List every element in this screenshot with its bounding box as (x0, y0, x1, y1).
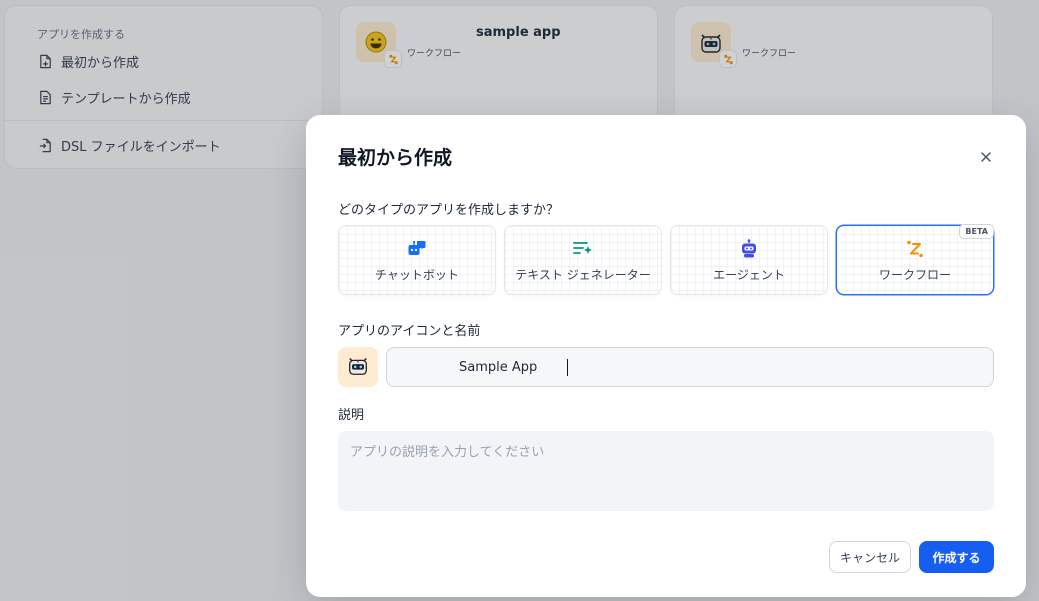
app-type-label: どのタイプのアプリを作成しますか？ (338, 203, 560, 218)
robot-face-icon (346, 353, 370, 381)
text-generator-icon (572, 238, 594, 260)
create-button[interactable]: 作成する (919, 541, 994, 573)
modal-title: 最初から作成 (338, 147, 453, 169)
type-option-agent[interactable]: エージェント (670, 225, 828, 295)
app-name-row (338, 347, 994, 387)
type-label: チャットボット (375, 267, 459, 282)
workflow-icon (904, 238, 926, 260)
text-caret (567, 359, 568, 376)
app-type-selector: チャットボット テキスト ジェネレーター エージェント BETA ワークフロー (338, 224, 994, 295)
type-option-chatbot[interactable]: チャットボット (338, 225, 496, 295)
type-label: エージェント (713, 267, 785, 282)
create-app-modal: 最初から作成 どのタイプのアプリを作成しますか？ チャットボット テキスト ジェ… (306, 115, 1026, 597)
chatbot-icon (406, 238, 428, 260)
app-icon-picker[interactable] (338, 347, 378, 387)
type-label: ワークフロー (878, 267, 951, 282)
description-textarea[interactable] (338, 431, 994, 511)
beta-badge: BETA (959, 224, 994, 239)
type-option-text-generator[interactable]: テキスト ジェネレーター (504, 225, 662, 295)
app-name-input[interactable] (386, 347, 994, 387)
type-label: テキスト ジェネレーター (515, 267, 651, 282)
cancel-button[interactable]: キャンセル (829, 541, 911, 573)
app-name-label: アプリのアイコンと名前 (338, 324, 481, 339)
description-label: 説明 (338, 408, 365, 423)
close-icon (980, 148, 992, 167)
agent-robot-icon (738, 238, 760, 260)
type-option-workflow[interactable]: BETA ワークフロー (836, 224, 994, 295)
close-button[interactable] (974, 145, 998, 169)
